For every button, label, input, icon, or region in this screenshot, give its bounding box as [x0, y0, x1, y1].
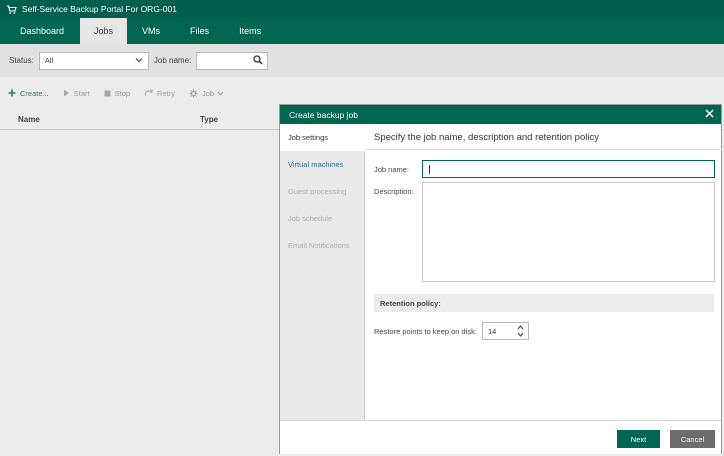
tab-vms[interactable]: VMs	[127, 18, 175, 44]
close-icon[interactable]	[705, 108, 714, 121]
tab-jobs[interactable]: Jobs	[80, 18, 128, 44]
chevron-down-icon	[135, 56, 143, 65]
tab-files[interactable]: Files	[175, 18, 224, 44]
next-button[interactable]: Next	[617, 430, 660, 448]
column-header-type[interactable]: Type	[200, 115, 218, 124]
tab-dashboard[interactable]: Dashboard	[0, 18, 80, 44]
restore-points-value: 14	[488, 326, 497, 336]
description-label: Description:	[374, 187, 414, 196]
status-select-value: All	[44, 56, 54, 65]
job-menu-button[interactable]: Job	[189, 89, 224, 98]
heading-divider	[365, 149, 722, 150]
step-guest-processing: Guest processing	[288, 187, 347, 196]
status-select[interactable]: All	[38, 51, 149, 70]
restore-points-stepper[interactable]: 14	[482, 322, 529, 340]
stepper-arrows[interactable]	[517, 323, 524, 339]
description-textarea[interactable]	[422, 182, 715, 282]
job-name-input[interactable]	[422, 160, 715, 178]
retention-policy-heading: Retention policy:	[374, 294, 714, 312]
play-icon	[63, 89, 70, 97]
tab-items[interactable]: Items	[224, 18, 276, 44]
job-menu-label: Job	[201, 88, 215, 98]
filter-bar: Status: All Job name:	[0, 44, 724, 77]
step-job-schedule: Job schedule	[288, 214, 333, 223]
veeam-cart-icon	[6, 4, 17, 15]
main-nav: Dashboard Jobs VMs Files Items	[0, 18, 724, 44]
app-title: Self-Service Backup Portal For ORG-001	[22, 4, 177, 14]
step-job-settings[interactable]: Job settings	[280, 124, 365, 151]
dialog-body: Job settings Virtual machines Guest proc…	[280, 124, 722, 420]
retry-button[interactable]: Retry	[144, 89, 175, 98]
step-content: Specify the job name, description and re…	[365, 124, 722, 420]
dialog-footer: Next Cancel	[280, 420, 721, 454]
text-caret	[429, 165, 430, 174]
chevron-down-icon	[217, 91, 224, 96]
gear-icon	[189, 88, 198, 98]
retry-label: Retry	[157, 88, 175, 98]
job-name-search-input[interactable]	[196, 51, 269, 70]
cancel-button[interactable]: Cancel	[670, 430, 715, 448]
create-backup-job-dialog: Create backup job Job settings Virtual m…	[279, 104, 722, 454]
step-virtual-machines[interactable]: Virtual machines	[280, 151, 364, 178]
job-name-filter-label: Job name:	[153, 56, 192, 65]
start-button[interactable]: Start	[63, 89, 90, 98]
create-button[interactable]: Create...	[8, 89, 49, 98]
retry-icon	[144, 89, 153, 97]
search-icon[interactable]	[253, 54, 263, 67]
wizard-steps: Job settings Virtual machines Guest proc…	[280, 124, 365, 420]
plus-icon	[8, 89, 16, 97]
create-label: Create...	[20, 88, 49, 98]
job-name-label: Job name:	[374, 165, 410, 174]
dialog-header: Create backup job	[280, 105, 721, 124]
step-heading: Specify the job name, description and re…	[374, 132, 599, 143]
step-email-notifications: Email Notifications	[288, 241, 350, 250]
stop-label: Stop	[114, 88, 131, 98]
start-label: Start	[73, 88, 90, 98]
stop-button[interactable]: Stop	[104, 89, 130, 98]
column-header-name[interactable]: Name	[18, 115, 40, 124]
dialog-title: Create backup job	[289, 109, 358, 120]
jobs-toolbar: Create... Start Stop Retry Job	[0, 84, 238, 102]
status-label: Status:	[9, 56, 34, 65]
restore-points-label: Restore points to keep on disk:	[374, 327, 477, 336]
app-header: Self-Service Backup Portal For ORG-001	[0, 0, 724, 18]
stop-icon	[104, 90, 111, 97]
